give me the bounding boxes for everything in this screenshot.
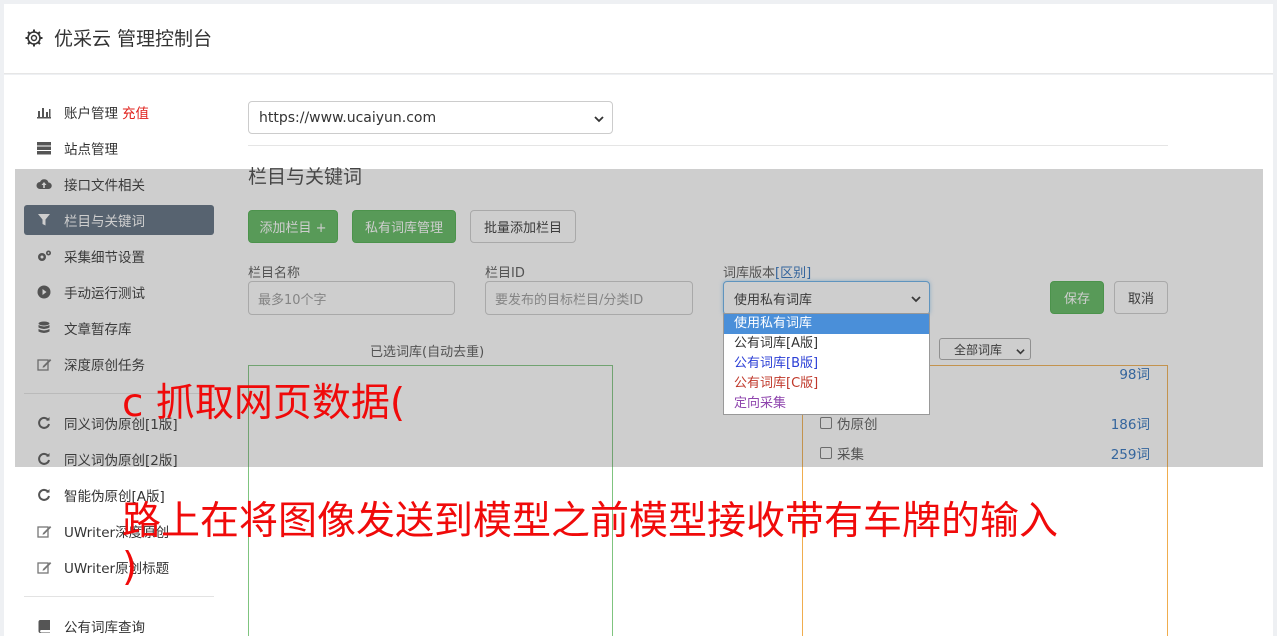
recharge-link[interactable]: 充值	[122, 102, 149, 122]
chevron-down-icon	[594, 112, 604, 123]
lib-version-dropdown: 使用私有词库 公有词库[A版] 公有词库[B版] 公有词库[C版] 定向采集	[723, 313, 930, 415]
divider	[248, 145, 1168, 146]
watermark-line-2: 路上在将图像发送到模型之前模型接收带有车牌的输入	[122, 499, 1059, 544]
bar-chart-icon	[36, 104, 52, 120]
book-icon	[36, 618, 52, 634]
edit-icon	[36, 523, 52, 539]
dropdown-option-public-c[interactable]: 公有词库[C版]	[724, 374, 929, 394]
dropdown-option-public-a[interactable]: 公有词库[A版]	[724, 334, 929, 354]
panel-header: 优采云 管理控制台	[4, 4, 1273, 74]
sidebar-item-uwriter-title[interactable]: UWriter原创标题	[24, 552, 214, 582]
refresh-icon	[36, 487, 52, 503]
dropdown-option-directed[interactable]: 定向采集	[724, 394, 929, 414]
server-icon	[36, 140, 52, 156]
watermark-line-3: )	[122, 545, 138, 590]
header-title: 优采云 管理控制台	[54, 28, 213, 50]
site-select[interactable]: https://www.ucaiyun.com	[248, 101, 613, 134]
watermark-line-1: c 抓取网页数据(	[122, 381, 406, 426]
sidebar-item-site[interactable]: 站点管理	[24, 133, 214, 163]
dropdown-option-public-b[interactable]: 公有词库[B版]	[724, 354, 929, 374]
sidebar-item-public-lib[interactable]: 公有词库查询	[24, 611, 214, 636]
sidebar-divider	[24, 596, 214, 597]
sidebar-item-account[interactable]: 账户管理 充值	[24, 97, 214, 127]
edit-icon	[36, 559, 52, 575]
page-title: 优采云 管理控制台	[24, 24, 212, 51]
dropdown-option-private[interactable]: 使用私有词库	[724, 314, 929, 334]
gear-icon	[24, 28, 44, 48]
